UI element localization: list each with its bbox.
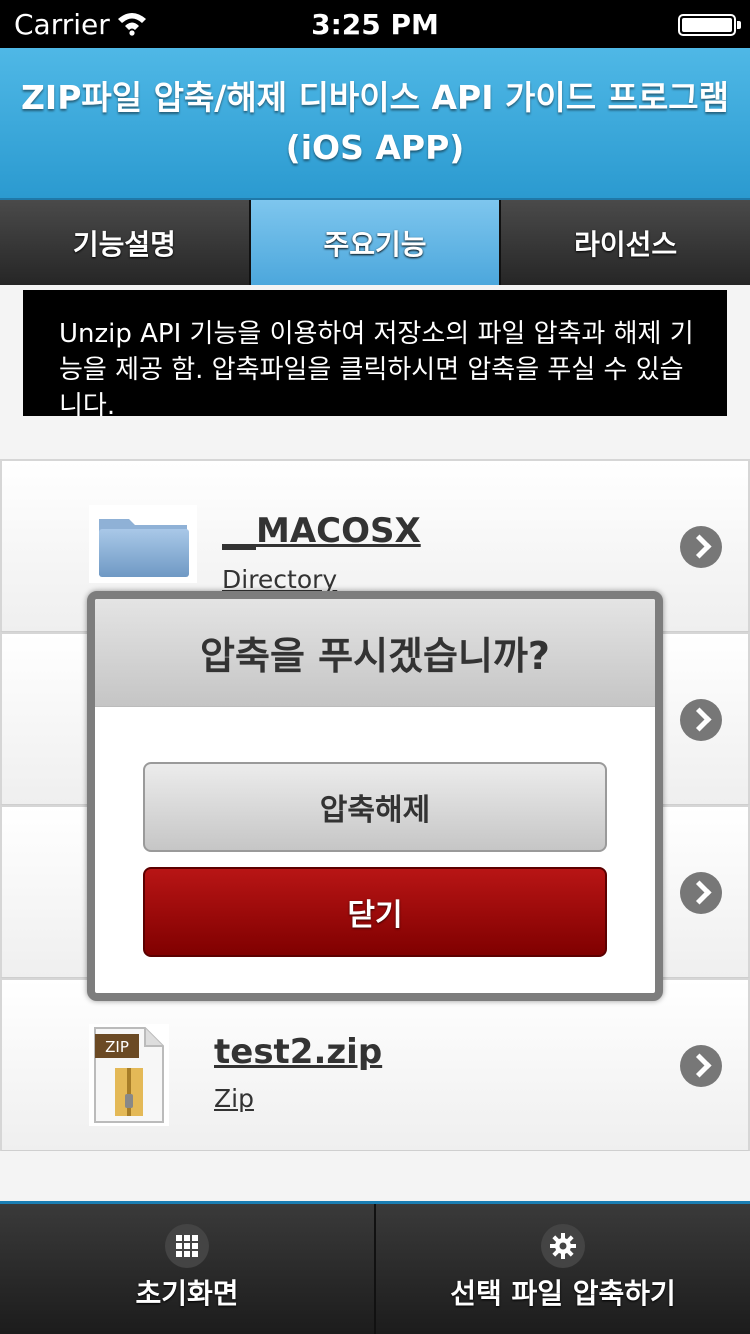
- close-button[interactable]: 닫기: [143, 867, 607, 957]
- bottom-toolbar: 초기화면 선택 파일 압축하기: [0, 1201, 750, 1334]
- extract-confirm-dialog: 압축을 푸시겠습니까? 압축해제 닫기: [87, 591, 663, 1001]
- svg-text:ZIP: ZIP: [105, 1038, 129, 1056]
- extract-button[interactable]: 압축해제: [143, 762, 607, 852]
- app-header: ZIP파일 압축/해제 디바이스 API 가이드 프로그램 (iOS APP): [0, 48, 750, 200]
- app-title-line2: (iOS APP): [285, 128, 465, 167]
- status-bar: Carrier 3:25 PM: [0, 0, 750, 48]
- file-name[interactable]: __MACOSX: [222, 511, 421, 551]
- folder-icon: [89, 505, 197, 583]
- file-name[interactable]: test2.zip: [214, 1032, 382, 1072]
- file-row-test2-zip[interactable]: ZIP test2.zip Zip: [0, 978, 750, 1151]
- app-title-line1: ZIP파일 압축/해제 디바이스 API 가이드 프로그램: [20, 78, 729, 117]
- home-button[interactable]: 초기화면: [0, 1204, 376, 1334]
- zip-file-icon: ZIP: [89, 1024, 169, 1126]
- chevron-right-icon[interactable]: [680, 872, 722, 914]
- description-box: Unzip API 기능을 이용하여 저장소의 파일 압축과 해제 기능을 제공…: [23, 290, 727, 416]
- battery-icon: [678, 14, 741, 36]
- chevron-right-icon[interactable]: [680, 699, 722, 741]
- grid-icon: [165, 1224, 209, 1268]
- tab-feature-description[interactable]: 기능설명: [0, 200, 251, 285]
- dialog-header: 압축을 푸시겠습니까?: [95, 599, 655, 707]
- tab-main-features[interactable]: 주요기능: [250, 200, 502, 285]
- compress-selected-button[interactable]: 선택 파일 압축하기: [376, 1204, 750, 1334]
- gear-icon: [541, 1224, 585, 1268]
- status-time: 3:25 PM: [311, 8, 439, 41]
- compress-selected-label: 선택 파일 압축하기: [450, 1277, 676, 1310]
- tab-bar: 기능설명 주요기능 라이선스: [0, 200, 750, 285]
- chevron-right-icon[interactable]: [680, 1045, 722, 1087]
- file-type: Zip: [214, 1084, 254, 1113]
- dialog-title: 압축을 푸시겠습니까?: [200, 634, 550, 678]
- chevron-right-icon[interactable]: [680, 526, 722, 568]
- file-type: Directory: [222, 565, 338, 594]
- tab-license[interactable]: 라이선스: [501, 200, 750, 285]
- home-button-label: 초기화면: [135, 1277, 239, 1310]
